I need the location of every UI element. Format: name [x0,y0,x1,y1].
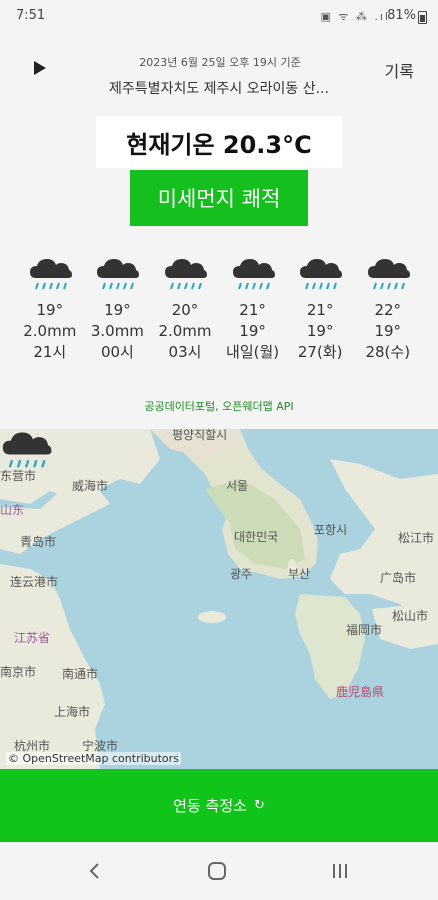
map-label: 威海市 [72,479,109,493]
map-label: 松山市 [392,609,429,623]
back-icon[interactable] [86,862,104,880]
map-label: 포항시 [314,523,348,537]
forecast-precip: 2.0mm [23,322,77,340]
forecast-precip: 19° [239,322,266,340]
recent-apps-icon[interactable] [330,862,350,880]
forecast-item: 19° 3.0mm 00시 [84,256,152,363]
forecast-item: 19° 2.0mm 21시 [16,256,84,363]
map-label: 松江市 [398,531,435,545]
status-icons: ▣ ᯤ ⁂ .ıl [320,10,390,23]
linked-station-button[interactable]: 연동 측정소 ↻ [0,769,438,842]
fine-dust-badge: 미세먼지 쾌적 [130,170,308,226]
forecast-time: 21시 [33,343,67,361]
map-label: 福岡市 [346,623,383,637]
forecast-item: 21° 19° 내일(월) [219,256,287,363]
location: 제주특별자치도 제주시 오라이동 산... [109,81,329,97]
timestamp: 2023년 6월 25일 오후 19시 기준 [139,56,301,69]
map-label: 广岛市 [380,571,417,585]
map-label: 평양직할시 [172,429,228,442]
forecast-temp: 20° [171,301,199,319]
forecast-precip: 19° [306,322,334,340]
map-label: 부산 [288,567,311,581]
forecast-temp: 22° [374,301,402,319]
map-label: 青岛市 [20,535,57,549]
map[interactable]: 평양직할시 东营市 威海市 山东 서울 青岛市 대한민국 포항시 松江市 连云港… [0,429,438,769]
battery-icon [418,11,427,24]
forecast-time: 03시 [168,343,202,361]
forecast-row: 19° 2.0mm 21시 19° 3.0mm 00시 20° 2.0mm 03… [16,256,422,363]
current-temperature: 현재기온 20.3°C [96,116,342,168]
rain-cloud-icon [300,259,343,290]
forecast-temp: 21° [239,301,266,319]
loading-icon: ↻ [253,798,265,813]
map-label: 上海市 [54,705,91,719]
record-button[interactable]: 기록 [385,58,414,82]
play-icon[interactable] [28,56,52,80]
map-label: 서울 [226,479,249,493]
rain-cloud-icon [232,259,275,290]
rain-cloud-icon [97,259,140,290]
forecast-precip: 3.0mm [90,322,144,340]
battery-percent: 81% [387,8,416,23]
forecast-time: 28(수) [365,343,411,361]
rain-cloud-icon [29,259,72,290]
forecast-item: 21° 19° 27(화) [286,256,354,363]
map-label: 광주 [230,567,253,581]
forecast-temp: 21° [306,301,334,319]
forecast-temp: 19° [104,301,131,319]
data-source-credit: 공공데이터포털, 오픈웨더맵 API [144,400,294,413]
map-label: 江苏省 [14,631,51,645]
map-label: 山东 [0,503,25,517]
forecast-precip: 19° [374,322,402,340]
forecast-item: 22° 19° 28(수) [354,256,422,363]
forecast-time: 27(화) [297,343,343,361]
rain-cloud-icon [164,259,207,290]
home-icon[interactable] [207,862,227,880]
forecast-item: 20° 2.0mm 03시 [151,256,219,363]
map-label: 连云港市 [10,575,59,589]
map-label: 南通市 [62,667,99,681]
status-bar: 7:51 ▣ ᯤ ⁂ .ıl 81% [0,0,438,34]
rain-cloud-icon [367,259,410,290]
rain-cloud-icon[interactable] [0,429,52,473]
weather-panel: 2023년 6월 25일 오후 19시 기준 제주특별자치도 제주시 오라이동 … [0,34,438,429]
forecast-time: 00시 [100,343,134,361]
forecast-precip: 2.0mm [158,322,212,340]
forecast-time: 내일(월) [226,343,280,361]
navigation-bar [0,842,438,900]
map-label: 鹿児島県 [336,685,385,699]
status-time: 7:51 [16,8,46,23]
map-label: 대한민국 [234,530,279,544]
map-attribution[interactable]: © OpenStreetMap contributors [6,752,181,765]
map-label: 南京市 [0,665,37,679]
forecast-temp: 19° [36,301,64,319]
linked-station-label: 연동 측정소 [173,797,247,815]
